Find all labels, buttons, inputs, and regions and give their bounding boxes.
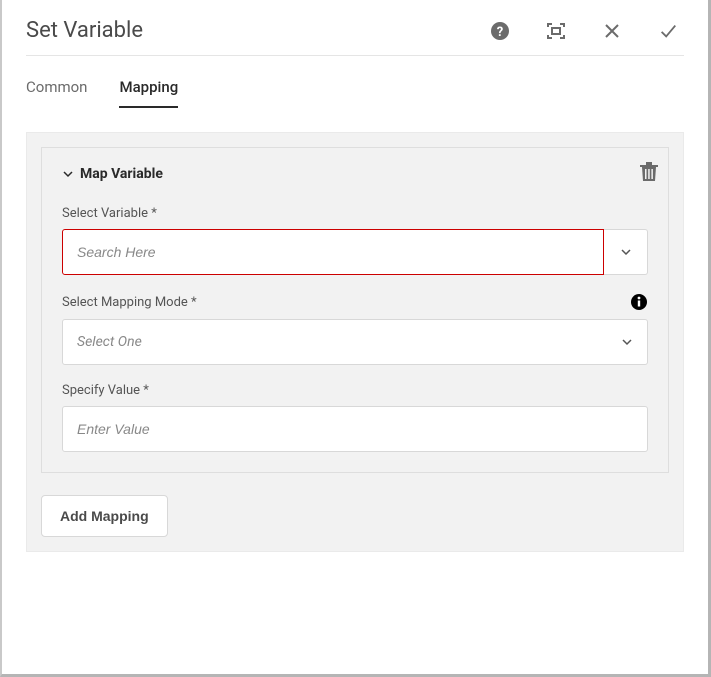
fullscreen-icon[interactable] xyxy=(546,21,566,41)
card-title: Map Variable xyxy=(80,166,163,182)
panel-header: Set Variable ? xyxy=(2,0,708,55)
mapping-mode-select[interactable]: Select One xyxy=(62,319,648,365)
tab-mapping[interactable]: Mapping xyxy=(119,78,178,108)
select-variable-combo xyxy=(62,229,648,275)
info-icon[interactable] xyxy=(630,293,648,311)
chevron-down-icon xyxy=(621,336,633,348)
panel-title: Set Variable xyxy=(26,18,490,43)
specify-value-label: Specify Value * xyxy=(62,383,648,398)
help-icon[interactable]: ? xyxy=(490,21,510,41)
select-variable-label: Select Variable * xyxy=(62,206,648,221)
specify-value-input[interactable] xyxy=(62,406,648,452)
tab-common[interactable]: Common xyxy=(26,78,87,108)
field-select-variable: Select Variable * xyxy=(62,206,648,275)
mapping-mode-placeholder: Select One xyxy=(77,334,621,350)
field-specify-value: Specify Value * xyxy=(62,383,648,452)
card-header[interactable]: Map Variable xyxy=(62,166,648,182)
select-variable-input[interactable] xyxy=(62,229,604,275)
header-actions: ? xyxy=(490,21,684,41)
delete-mapping-button[interactable] xyxy=(640,162,658,182)
confirm-icon[interactable] xyxy=(658,21,678,41)
svg-text:?: ? xyxy=(497,25,503,40)
tabs: Common Mapping xyxy=(2,56,708,108)
field-mapping-mode: Select Mapping Mode * Select One xyxy=(62,293,648,365)
set-variable-panel: Set Variable ? Common Mapping xyxy=(0,0,711,677)
select-variable-dropdown-button[interactable] xyxy=(604,229,648,275)
mapping-mode-label: Select Mapping Mode * xyxy=(62,295,630,310)
close-icon[interactable] xyxy=(602,21,622,41)
add-mapping-button[interactable]: Add Mapping xyxy=(41,495,168,537)
content-area: Map Variable Select Variable * Select Ma… xyxy=(26,132,684,552)
map-variable-card: Map Variable Select Variable * Select Ma… xyxy=(41,147,669,473)
chevron-down-icon xyxy=(62,168,74,180)
